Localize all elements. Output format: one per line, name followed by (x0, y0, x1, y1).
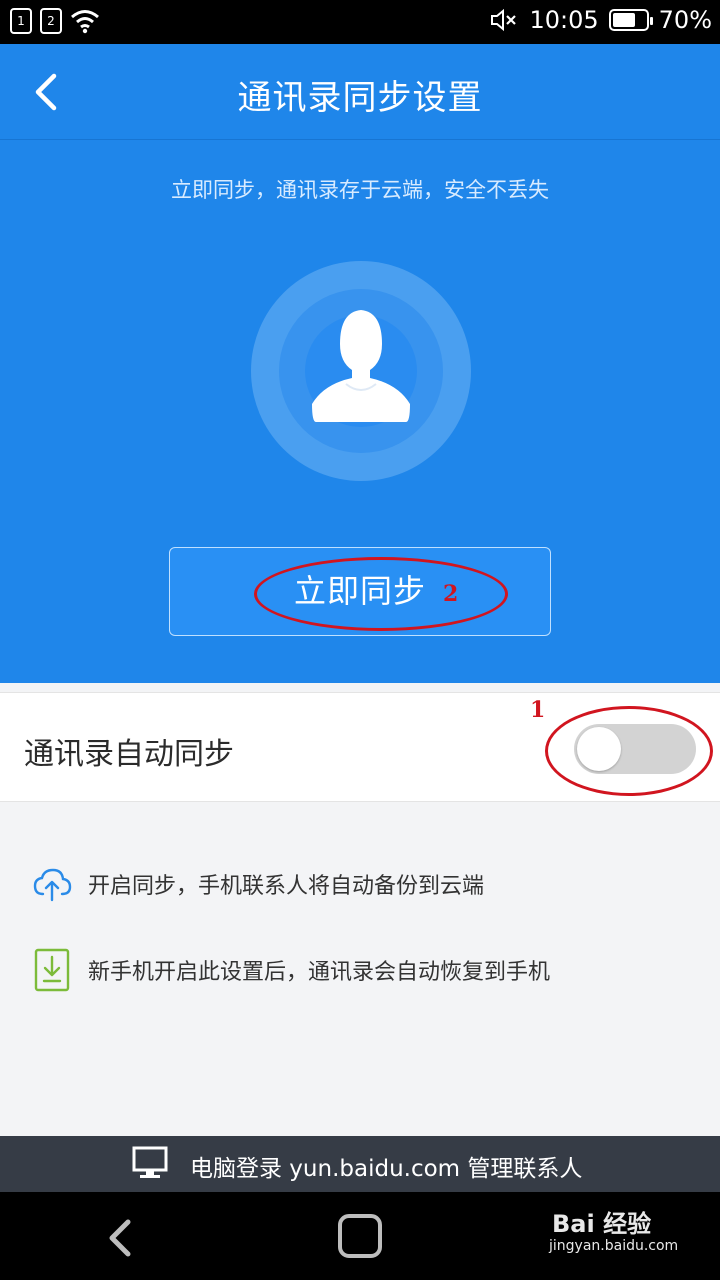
pc-login-footer[interactable]: 电脑登录 yun.baidu.com 管理联系人 (0, 1136, 720, 1192)
info-text-restore: 新手机开启此设置后，通讯录会自动恢复到手机 (88, 960, 551, 985)
mute-icon (491, 8, 517, 32)
annotation-number-2: 2 (443, 581, 459, 607)
sim2-label: 2 (47, 14, 55, 28)
system-nav-bar: Bai 经验 jingyan.baidu.com (0, 1192, 720, 1280)
nav-home-icon[interactable] (338, 1214, 382, 1258)
info-text-backup: 开启同步，手机联系人将自动备份到云端 (88, 874, 485, 899)
annotation-number-1: 1 (530, 697, 546, 723)
page-title: 通讯录同步设置 (237, 78, 483, 118)
info-item-restore: 新手机开启此设置后，通讯录会自动恢复到手机 (0, 942, 720, 992)
monitor-icon (132, 1146, 168, 1178)
annotation-ellipse-toggle (545, 706, 713, 796)
annotation-ellipse-sync (254, 557, 508, 631)
status-right: 10:05 70% (489, 6, 712, 34)
status-left: 1 2 (10, 8, 100, 34)
contact-avatar-icon (312, 310, 410, 422)
cloud-upload-icon (33, 868, 72, 902)
battery-icon (608, 9, 653, 31)
sim2-icon: 2 (40, 8, 62, 34)
auto-sync-label: 通讯录自动同步 (24, 737, 234, 772)
watermark-url: jingyan.baidu.com (549, 1238, 679, 1254)
hero-subtitle: 立即同步，通讯录存于云端，安全不丢失 (171, 178, 549, 202)
sync-hero: 立即同步，通讯录存于云端，安全不丢失 立即同步 2 (0, 140, 720, 683)
clock: 10:05 (529, 6, 599, 34)
footer-text: 电脑登录 yun.baidu.com 管理联系人 (190, 1156, 583, 1182)
info-item-backup: 开启同步，手机联系人将自动备份到云端 (0, 856, 720, 906)
sim1-label: 1 (17, 14, 25, 28)
wifi-icon (71, 10, 99, 34)
battery-level (612, 13, 636, 27)
battery-percent: 70% (658, 6, 712, 34)
status-bar: 1 2 10:05 70% (0, 0, 720, 44)
watermark-brand: Bai 经验 (552, 1210, 652, 1238)
nav-back-icon[interactable] (104, 1216, 138, 1260)
app-header: 通讯录同步设置 (0, 44, 720, 140)
phone-download-icon (34, 948, 70, 992)
sim1-icon: 1 (10, 8, 32, 34)
